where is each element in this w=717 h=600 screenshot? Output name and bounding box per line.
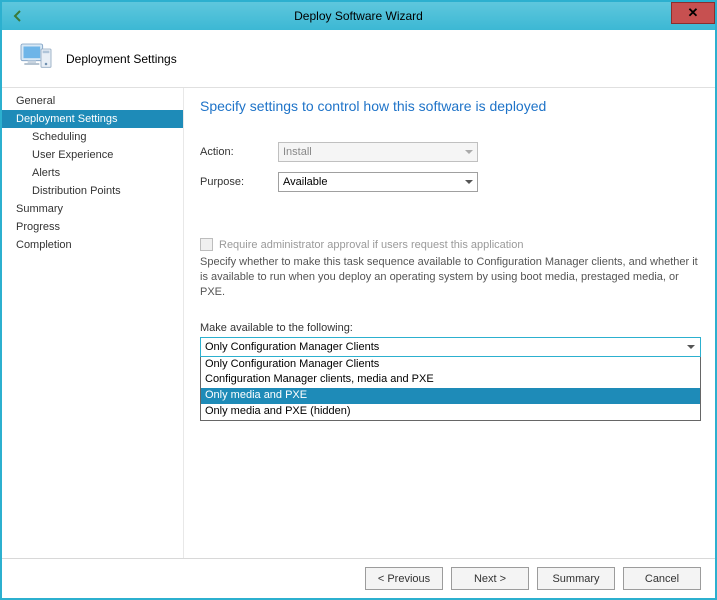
chevron-down-icon — [687, 345, 695, 349]
approval-checkbox-row: Require administrator approval if users … — [200, 238, 701, 251]
purpose-label: Purpose: — [200, 176, 278, 188]
sidebar-item-completion[interactable]: Completion — [2, 236, 183, 254]
dropdown-option[interactable]: Only media and PXE — [201, 388, 700, 404]
deploy-software-wizard-window: Deploy Software Wizard ✕ Deployment Sett… — [0, 0, 717, 600]
close-button[interactable]: ✕ — [671, 2, 715, 24]
header-area: Deployment Settings — [2, 30, 715, 88]
main-panel: Specify settings to control how this sof… — [184, 88, 715, 558]
back-icon[interactable] — [9, 7, 27, 25]
sidebar-item-summary[interactable]: Summary — [2, 200, 183, 218]
dropdown-option[interactable]: Configuration Manager clients, media and… — [201, 372, 700, 388]
previous-button[interactable]: < Previous — [365, 567, 443, 590]
page-title: Deployment Settings — [66, 52, 177, 66]
body-area: GeneralDeployment SettingsSchedulingUser… — [2, 88, 715, 558]
wizard-footer: < Previous Next > Summary Cancel — [2, 558, 715, 598]
purpose-value: Available — [283, 176, 327, 188]
action-value: Install — [283, 146, 312, 158]
available-selected-value: Only Configuration Manager Clients — [205, 341, 379, 353]
wizard-sidebar: GeneralDeployment SettingsSchedulingUser… — [2, 88, 184, 558]
action-label: Action: — [200, 146, 278, 158]
sidebar-item-user-experience[interactable]: User Experience — [2, 146, 183, 164]
purpose-row: Purpose: Available — [200, 172, 701, 192]
summary-button[interactable]: Summary — [537, 567, 615, 590]
approval-checkbox-label: Require administrator approval if users … — [219, 239, 524, 251]
next-button[interactable]: Next > — [451, 567, 529, 590]
chevron-down-icon — [465, 180, 473, 184]
dropdown-option[interactable]: Only media and PXE (hidden) — [201, 404, 700, 420]
sidebar-item-progress[interactable]: Progress — [2, 218, 183, 236]
availability-description: Specify whether to make this task sequen… — [200, 255, 701, 300]
approval-checkbox — [200, 238, 213, 251]
action-select: Install — [278, 142, 478, 162]
sidebar-item-alerts[interactable]: Alerts — [2, 164, 183, 182]
available-label: Make available to the following: — [200, 322, 701, 334]
purpose-select[interactable]: Available — [278, 172, 478, 192]
sidebar-item-general[interactable]: General — [2, 92, 183, 110]
action-row: Action: Install — [200, 142, 701, 162]
chevron-down-icon — [465, 150, 473, 154]
sidebar-item-distribution-points[interactable]: Distribution Points — [2, 182, 183, 200]
sidebar-item-scheduling[interactable]: Scheduling — [2, 128, 183, 146]
main-heading: Specify settings to control how this sof… — [200, 98, 701, 114]
titlebar: Deploy Software Wizard ✕ — [2, 2, 715, 30]
available-select[interactable]: Only Configuration Manager Clients — [200, 337, 701, 357]
computer-icon — [16, 39, 56, 79]
sidebar-item-deployment-settings[interactable]: Deployment Settings — [2, 110, 183, 128]
dropdown-option[interactable]: Only Configuration Manager Clients — [201, 357, 700, 373]
close-icon: ✕ — [688, 5, 699, 21]
available-dropdown-list: Only Configuration Manager ClientsConfig… — [200, 357, 701, 421]
window-title: Deploy Software Wizard — [2, 9, 715, 23]
cancel-button[interactable]: Cancel — [623, 567, 701, 590]
